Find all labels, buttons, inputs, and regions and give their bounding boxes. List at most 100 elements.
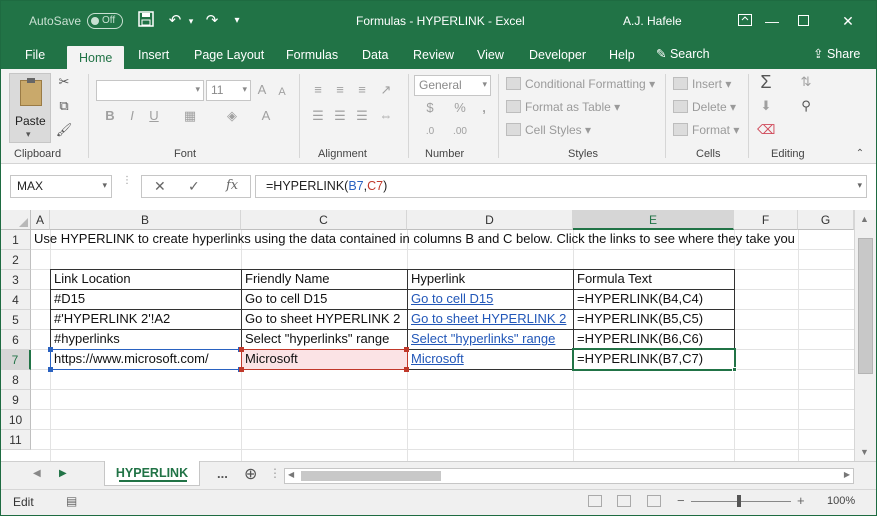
- percent-icon[interactable]: %: [451, 99, 469, 117]
- orientation-icon[interactable]: ↗: [377, 81, 395, 99]
- normal-view-icon[interactable]: [588, 495, 602, 507]
- font-size-combo[interactable]: 11 ▾: [206, 80, 251, 101]
- cell-styles-button[interactable]: Cell Styles ▾: [506, 123, 591, 137]
- zoom-slider-thumb[interactable]: [737, 495, 741, 507]
- cell-b3[interactable]: Link Location: [51, 269, 131, 289]
- row-header-4[interactable]: 4: [1, 290, 31, 310]
- column-header-b[interactable]: B: [50, 210, 241, 230]
- zoom-slider[interactable]: [691, 501, 791, 502]
- cell-c5[interactable]: Go to sheet HYPERLINK 2: [242, 309, 400, 329]
- align-bottom-icon[interactable]: ≡: [353, 81, 371, 99]
- font-color-icon[interactable]: A: [257, 107, 275, 125]
- column-header-e[interactable]: E: [573, 210, 734, 230]
- ribbon-display-icon[interactable]: [734, 11, 756, 31]
- zoom-level[interactable]: 100%: [827, 495, 855, 507]
- redo-icon[interactable]: ↷: [202, 11, 222, 31]
- tab-formulas[interactable]: Formulas: [286, 46, 338, 69]
- fill-color-icon[interactable]: ◈: [223, 107, 241, 125]
- scroll-right-icon[interactable]: ▶: [844, 470, 850, 479]
- merge-center-icon[interactable]: ⇔: [377, 107, 395, 125]
- align-top-icon[interactable]: ≡: [309, 81, 327, 99]
- insert-function-icon[interactable]: fx: [226, 178, 238, 193]
- share-button[interactable]: ⇪ Share: [813, 46, 860, 61]
- sort-filter-icon[interactable]: ⇅: [797, 73, 815, 91]
- column-header-g[interactable]: G: [798, 210, 854, 230]
- column-header-d[interactable]: D: [407, 210, 573, 230]
- bold-icon[interactable]: B: [101, 107, 119, 125]
- page-layout-view-icon[interactable]: [617, 495, 631, 507]
- row-header-1[interactable]: 1: [1, 230, 31, 250]
- cell-b4[interactable]: #D15: [51, 289, 85, 309]
- decrease-font-icon[interactable]: A: [273, 83, 291, 101]
- scroll-thumb[interactable]: [301, 471, 441, 481]
- font-name-combo[interactable]: ▾: [96, 80, 204, 101]
- cell-c6[interactable]: Select "hyperlinks" range: [242, 329, 389, 349]
- user-name[interactable]: A.J. Hafele: [623, 14, 682, 28]
- vertical-scrollbar[interactable]: ▲ ▼: [854, 210, 876, 461]
- more-sheets-button[interactable]: ...: [217, 466, 228, 481]
- save-icon[interactable]: [136, 11, 156, 31]
- add-sheet-icon[interactable]: ⊕: [244, 464, 257, 484]
- cell-e4[interactable]: =HYPERLINK(B4,C4): [574, 289, 703, 309]
- row-header-10[interactable]: 10: [1, 410, 31, 430]
- search-box[interactable]: ✎ Search: [656, 46, 710, 61]
- italic-icon[interactable]: I: [123, 107, 141, 125]
- scroll-left-icon[interactable]: ◀: [288, 470, 294, 479]
- name-box[interactable]: MAX ▾: [10, 175, 112, 198]
- cell-b7[interactable]: https://www.microsoft.com/: [51, 349, 209, 369]
- paste-button[interactable]: Paste ▾: [9, 73, 51, 143]
- row-header-6[interactable]: 6: [1, 330, 31, 350]
- cell-b6[interactable]: #hyperlinks: [51, 329, 120, 349]
- number-format-combo[interactable]: General ▾: [414, 75, 491, 96]
- cancel-icon[interactable]: ✕: [154, 178, 166, 195]
- format-as-table-button[interactable]: Format as Table ▾: [506, 100, 620, 114]
- fill-icon[interactable]: ⬇: [757, 97, 775, 115]
- cut-icon[interactable]: ✂: [55, 73, 73, 91]
- formula-input[interactable]: =HYPERLINK(B7,C7) ▾: [255, 175, 867, 198]
- cell-d4-hyperlink[interactable]: Go to cell D15: [408, 289, 493, 309]
- row-header-8[interactable]: 8: [1, 370, 31, 390]
- row-header-7[interactable]: 7: [1, 350, 31, 370]
- cell-e3[interactable]: Formula Text: [574, 269, 652, 289]
- column-header-a[interactable]: A: [31, 210, 50, 230]
- autosum-icon[interactable]: Σ: [757, 73, 775, 91]
- tab-data[interactable]: Data: [362, 46, 388, 69]
- clear-icon[interactable]: ⌫: [757, 121, 775, 139]
- increase-font-icon[interactable]: A: [253, 81, 271, 99]
- row-header-3[interactable]: 3: [1, 270, 31, 290]
- cell-d6-hyperlink[interactable]: Select "hyperlinks" range: [408, 329, 555, 349]
- row-header-5[interactable]: 5: [1, 310, 31, 330]
- autosave-toggle[interactable]: Off: [87, 13, 123, 29]
- cell-c4[interactable]: Go to cell D15: [242, 289, 327, 309]
- borders-icon[interactable]: ▦: [181, 107, 199, 125]
- align-left-icon[interactable]: ☰: [309, 107, 327, 125]
- find-select-icon[interactable]: ⚲: [797, 97, 815, 115]
- cell-d5-hyperlink[interactable]: Go to sheet HYPERLINK 2: [408, 309, 566, 329]
- horizontal-scrollbar[interactable]: ◀ ▶: [284, 468, 854, 484]
- copy-icon[interactable]: ⧉: [55, 97, 73, 115]
- tab-file[interactable]: File: [25, 46, 45, 69]
- format-painter-icon[interactable]: 🖌: [55, 121, 73, 139]
- cell-c3[interactable]: Friendly Name: [242, 269, 330, 289]
- increase-decimal-icon[interactable]: .0: [421, 123, 439, 141]
- tab-home[interactable]: Home: [67, 46, 125, 69]
- decrease-decimal-icon[interactable]: .00: [451, 123, 469, 141]
- close-button[interactable]: ✕: [837, 11, 859, 31]
- scroll-thumb[interactable]: [858, 238, 873, 374]
- comma-style-icon[interactable]: ,: [475, 99, 493, 117]
- tab-insert[interactable]: Insert: [138, 46, 169, 69]
- cell-d3[interactable]: Hyperlink: [408, 269, 465, 289]
- macro-record-icon[interactable]: ▤: [66, 494, 77, 508]
- page-break-view-icon[interactable]: [647, 495, 661, 507]
- tab-developer[interactable]: Developer: [529, 46, 586, 69]
- align-middle-icon[interactable]: ≡: [331, 81, 349, 99]
- column-header-c[interactable]: C: [241, 210, 407, 230]
- splitter-handle[interactable]: ⋮: [122, 176, 132, 186]
- align-right-icon[interactable]: ☰: [353, 107, 371, 125]
- customize-qat-icon[interactable]: ▾: [227, 11, 247, 31]
- tab-help[interactable]: Help: [609, 46, 635, 69]
- scroll-down-icon[interactable]: ▼: [860, 447, 869, 457]
- delete-cells-button[interactable]: Delete ▾: [673, 100, 736, 114]
- insert-cells-button[interactable]: Insert ▾: [673, 77, 731, 91]
- cell-e5[interactable]: =HYPERLINK(B5,C5): [574, 309, 703, 329]
